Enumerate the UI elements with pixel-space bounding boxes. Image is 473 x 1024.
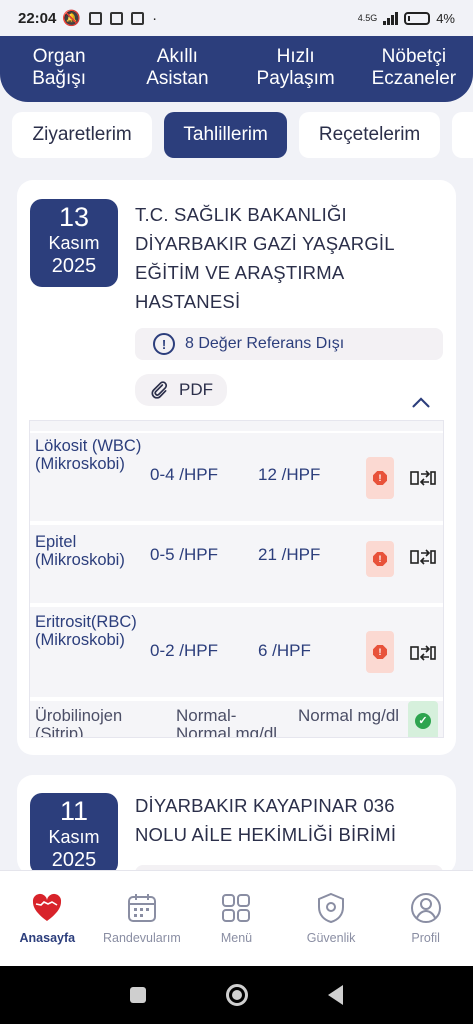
calendar-icon	[127, 894, 156, 922]
status-time: 22:04	[18, 9, 57, 27]
lab-result-card: 11 Kasım 2025 DİYARBAKIR KAYAPINAR 036 N…	[17, 775, 456, 875]
record-tabs: Ziyaretlerim Tahlillerim Reçetelerim	[12, 112, 473, 158]
result-value: Normal mg/dl	[298, 706, 400, 725]
quick-actions-bar: Organ Bağışı Akıllı Asistan Hızlı Paylaş…	[0, 36, 473, 102]
paperclip-icon	[151, 381, 168, 399]
result-value: 6 /HPF	[258, 641, 311, 660]
nav-menu-label: Menü	[220, 931, 253, 945]
nav-profile-label: Profil	[411, 931, 440, 945]
organ-donation-label-1: Organ	[32, 46, 86, 67]
chevron-up-icon[interactable]	[411, 393, 431, 413]
system-navigation	[0, 966, 473, 1024]
table-row: Epitel (Mikroskobi) 0-5 /HPF 21 /HPF !	[30, 525, 443, 605]
nav-home[interactable]: Anasayfa	[0, 871, 95, 966]
pharmacy-on-duty-button[interactable]: Nöbetçi Eczaneler	[355, 36, 473, 102]
result-value: 21 /HPF	[258, 545, 321, 564]
date-month: Kasım	[48, 827, 100, 847]
date-year: 2025	[51, 255, 97, 277]
heart-map-icon	[33, 893, 62, 921]
battery-level: 4%	[436, 10, 455, 26]
tab-more[interactable]	[452, 112, 473, 158]
test-name: Eritrosit(RBC) (Mikroskobi)	[35, 613, 137, 649]
battery-icon	[404, 11, 431, 25]
reference-range: Normal-Normal mg/dl	[176, 706, 278, 738]
pharmacy-label-1: Nöbetçi	[381, 46, 447, 67]
nav-home-label: Anasayfa	[19, 931, 76, 945]
pdf-label: PDF	[179, 380, 213, 399]
nav-security-label: Güvenlik	[306, 931, 356, 945]
status-bar: 22:04 🔕 · 4.5G 4%	[0, 0, 473, 36]
normal-flag: ✓	[408, 701, 438, 737]
date-month: Kasım	[48, 233, 100, 253]
alert-icon: !	[373, 471, 387, 485]
organ-donation-label-2: Bağışı	[32, 68, 87, 89]
hospital-name: DİYARBAKIR KAYAPINAR 036 NOLU AİLE HEKİM…	[135, 795, 397, 845]
nav-appointments[interactable]: Randevularım	[95, 871, 190, 966]
reference-range: 0-4 /HPF	[150, 465, 219, 484]
organ-donation-button[interactable]: Organ Bağışı	[0, 36, 118, 102]
test-name: Epitel (Mikroskobi)	[35, 533, 125, 569]
nav-menu[interactable]: Menü	[189, 871, 284, 966]
alert-flag: !	[366, 541, 394, 577]
test-name: Ürobilinojen (Sitrip)	[35, 707, 123, 738]
lab-result-card: 13 Kasım 2025 T.C. SAĞLIK BAKANLIĞI DİYA…	[17, 180, 456, 755]
alert-icon: !	[373, 552, 387, 566]
alert-flag: !	[366, 631, 394, 673]
nav-profile[interactable]: Profil	[378, 871, 473, 966]
table-row	[30, 421, 443, 433]
pharmacy-label-2: Eczaneler	[371, 68, 457, 89]
smart-assistant-label-1: Akıllı	[156, 46, 198, 67]
alert-flag: !	[366, 457, 394, 499]
nav-appointments-label: Randevularım	[102, 931, 181, 945]
network-type: 4.5G	[357, 12, 378, 23]
quick-share-label-1: Hızlı	[276, 46, 315, 67]
reference-range: 0-5 /HPF	[150, 545, 219, 564]
smart-assistant-button[interactable]: Akıllı Asistan	[118, 36, 236, 102]
hospital-name: T.C. SAĞLIK BAKANLIĞI DİYARBAKIR GAZİ YA…	[135, 204, 395, 312]
test-name: Lökosit (WBC) (Mikroskobi)	[35, 437, 142, 473]
quick-share-button[interactable]: Hızlı Paylaşım	[237, 36, 355, 102]
home-icon[interactable]	[226, 984, 248, 1006]
back-icon[interactable]	[328, 985, 343, 1005]
warning-text: 8 Değer Referans Dışı	[185, 335, 345, 352]
app-notification-icon	[89, 11, 103, 25]
recents-icon[interactable]	[130, 987, 146, 1003]
shield-gear-icon	[318, 892, 345, 924]
trend-icon[interactable]	[410, 643, 436, 663]
trend-icon[interactable]	[410, 547, 436, 567]
tab-lab-results[interactable]: Tahlillerim	[164, 112, 287, 158]
date-badge: 11 Kasım 2025	[30, 793, 118, 875]
user-icon	[410, 893, 441, 923]
smart-assistant-label-2: Asistan	[146, 68, 209, 89]
tab-prescriptions[interactable]: Reçetelerim	[298, 112, 441, 158]
out-of-range-warning[interactable]: ! 8 Değer Referans Dışı	[135, 328, 443, 360]
mute-icon: 🔕	[62, 10, 82, 27]
notification-icons: 🔕 ·	[62, 9, 158, 28]
tab-visits[interactable]: Ziyaretlerim	[12, 112, 153, 158]
trend-icon[interactable]	[410, 468, 436, 488]
nav-security[interactable]: Güvenlik	[284, 871, 379, 966]
more-dot-icon: ·	[152, 9, 158, 27]
reference-range: 0-2 /HPF	[150, 641, 219, 660]
signal-icon	[383, 11, 399, 25]
check-icon: ✓	[415, 713, 431, 729]
date-day: 13	[58, 202, 90, 232]
result-value: 12 /HPF	[258, 465, 321, 484]
quick-share-label-2: Paylaşım	[256, 68, 335, 89]
grid-icon	[222, 894, 251, 922]
date-year: 2025	[51, 849, 97, 871]
table-row: Eritrosit(RBC) (Mikroskobi) 0-2 /HPF 6 /…	[30, 607, 443, 699]
results-table[interactable]: Lökosit (WBC) (Mikroskobi) 0-4 /HPF 12 /…	[29, 420, 444, 738]
table-row: Lökosit (WBC) (Mikroskobi) 0-4 /HPF 12 /…	[30, 433, 443, 523]
date-day: 11	[59, 796, 89, 826]
card-notification-icon	[110, 11, 124, 25]
table-row: Ürobilinojen (Sitrip) Normal-Normal mg/d…	[30, 701, 443, 738]
upload-notification-icon	[131, 11, 145, 25]
date-badge: 13 Kasım 2025	[30, 199, 118, 287]
info-icon: !	[153, 333, 175, 355]
alert-icon: !	[373, 645, 387, 659]
pdf-button[interactable]: PDF	[135, 374, 227, 406]
bottom-navigation: Anasayfa Randevularım Menü Güvenlik Prof…	[0, 870, 473, 966]
